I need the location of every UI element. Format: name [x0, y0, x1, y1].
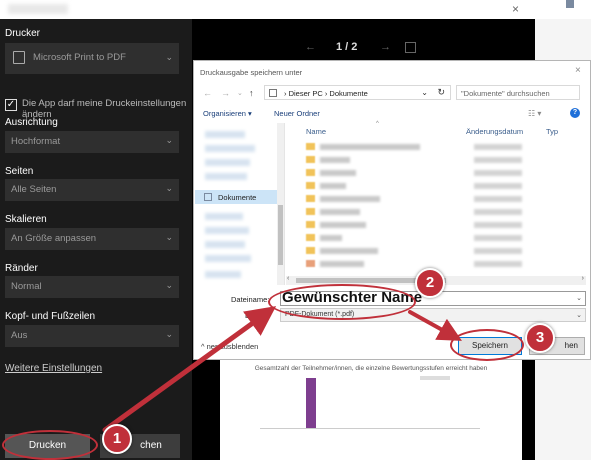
save-button-highlight-ring — [450, 329, 524, 361]
step-2-badge: 2 — [415, 268, 445, 298]
print-button-highlight-ring — [2, 430, 98, 460]
annotation-arrows — [102, 306, 462, 433]
step-1-badge: 1 — [102, 424, 132, 454]
arrow-1-to-filename — [102, 306, 277, 433]
arrow-2-to-save — [408, 310, 462, 341]
filename-highlight-ring — [268, 284, 416, 320]
step-3-badge: 3 — [525, 323, 555, 353]
